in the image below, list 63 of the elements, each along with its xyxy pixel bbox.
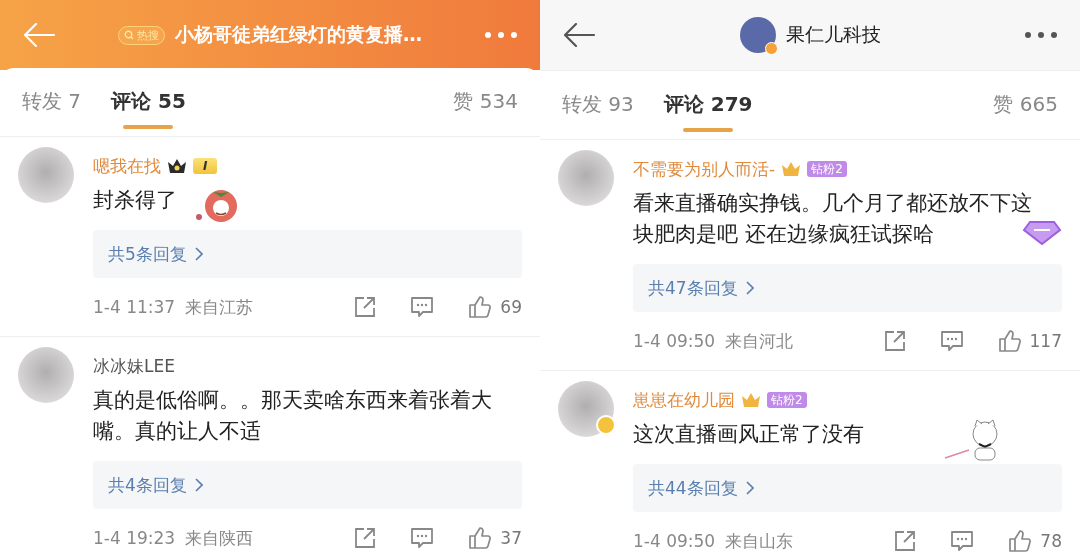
username[interactable]: 冰冰妹LEE	[93, 354, 175, 378]
share-icon[interactable]	[894, 530, 917, 552]
avatar-circle[interactable]	[558, 150, 614, 206]
comment-text: 看来直播确实挣钱。几个月了都还放不下这块肥肉是吧 还在边缘疯狂试探哈	[633, 190, 1033, 248]
comment-text: 真的是低俗啊。。那天卖啥东西来着张着大嘴。真的让人不适	[93, 387, 493, 445]
avatar-circle[interactable]	[739, 17, 776, 53]
tab[interactable]: 转发 93	[562, 85, 634, 139]
like-count: 78	[1040, 531, 1062, 551]
username[interactable]: 崽崽在幼儿园	[633, 388, 735, 412]
comment-location: 来自江苏	[185, 295, 254, 319]
crown-icon	[781, 161, 802, 177]
comment-text: 封杀得了	[93, 187, 177, 214]
avatar-circle[interactable]	[18, 147, 74, 203]
username[interactable]: 不需要为别人而活-	[633, 157, 776, 181]
comment-time: 1-4 19:23	[93, 528, 176, 548]
tab[interactable]: 赞 665	[993, 85, 1058, 139]
avatar-circle[interactable]	[18, 347, 74, 403]
crown-icon	[741, 392, 761, 408]
avatar-circle[interactable]	[558, 381, 614, 437]
share-icon[interactable]	[354, 527, 377, 549]
tab[interactable]: 转发 7	[22, 82, 82, 136]
thumbs-up-icon[interactable]	[468, 295, 493, 319]
comment-icon[interactable]	[950, 530, 975, 552]
view-replies-link[interactable]: 共5条回复	[108, 242, 203, 266]
fan-level-badge: 钻粉2	[767, 392, 807, 408]
comment-icon[interactable]	[410, 527, 435, 549]
tab[interactable]: 评论 279	[663, 85, 753, 139]
thumbs-up-icon[interactable]	[468, 526, 493, 550]
verified-badge-icon	[596, 415, 616, 435]
chevron-right-icon	[745, 481, 754, 495]
fan-level-badge: 钻粉2	[807, 161, 847, 177]
comment-location: 来自山东	[725, 529, 794, 553]
thumbs-up-icon[interactable]	[1008, 529, 1033, 553]
account-name[interactable]: 果仁儿科技	[785, 22, 881, 48]
share-icon[interactable]	[883, 330, 906, 352]
chevron-right-icon	[745, 281, 754, 295]
like-count: 117	[1029, 331, 1062, 351]
share-icon[interactable]	[354, 296, 377, 318]
view-replies-link[interactable]: 共4条回复	[108, 473, 203, 497]
comment-icon[interactable]	[410, 296, 435, 318]
level-badge: I	[193, 158, 218, 174]
back-arrow-icon[interactable]	[562, 23, 596, 47]
comment-location: 来自陕西	[185, 526, 254, 550]
comment-time: 1-4 09:50	[633, 331, 716, 351]
more-options-icon[interactable]	[1024, 31, 1058, 39]
comment-time: 1-4 09:50	[633, 531, 716, 551]
comment-text: 这次直播画风正常了没有	[633, 421, 864, 448]
like-count: 69	[500, 297, 522, 317]
username[interactable]: 嗯我在找	[93, 154, 161, 178]
chevron-right-icon	[194, 478, 203, 492]
chevron-right-icon	[194, 247, 203, 261]
like-count: 37	[500, 528, 522, 548]
comment-location: 来自河北	[725, 329, 794, 353]
topic-title: 小杨哥徒弟红绿灯的黄复播…	[175, 22, 422, 47]
comment-icon[interactable]	[939, 330, 964, 352]
view-replies-link[interactable]: 共47条回复	[648, 276, 754, 300]
view-replies-link[interactable]: 共44条回复	[648, 476, 754, 500]
tab[interactable]: 评论 55	[111, 82, 186, 136]
thumbs-up-icon[interactable]	[997, 329, 1022, 353]
comment-time: 1-4 11:37	[93, 297, 176, 317]
hot-search-badge: 热搜	[118, 25, 165, 45]
tab[interactable]: 赞 534	[453, 82, 518, 136]
crown-icon	[167, 158, 187, 174]
